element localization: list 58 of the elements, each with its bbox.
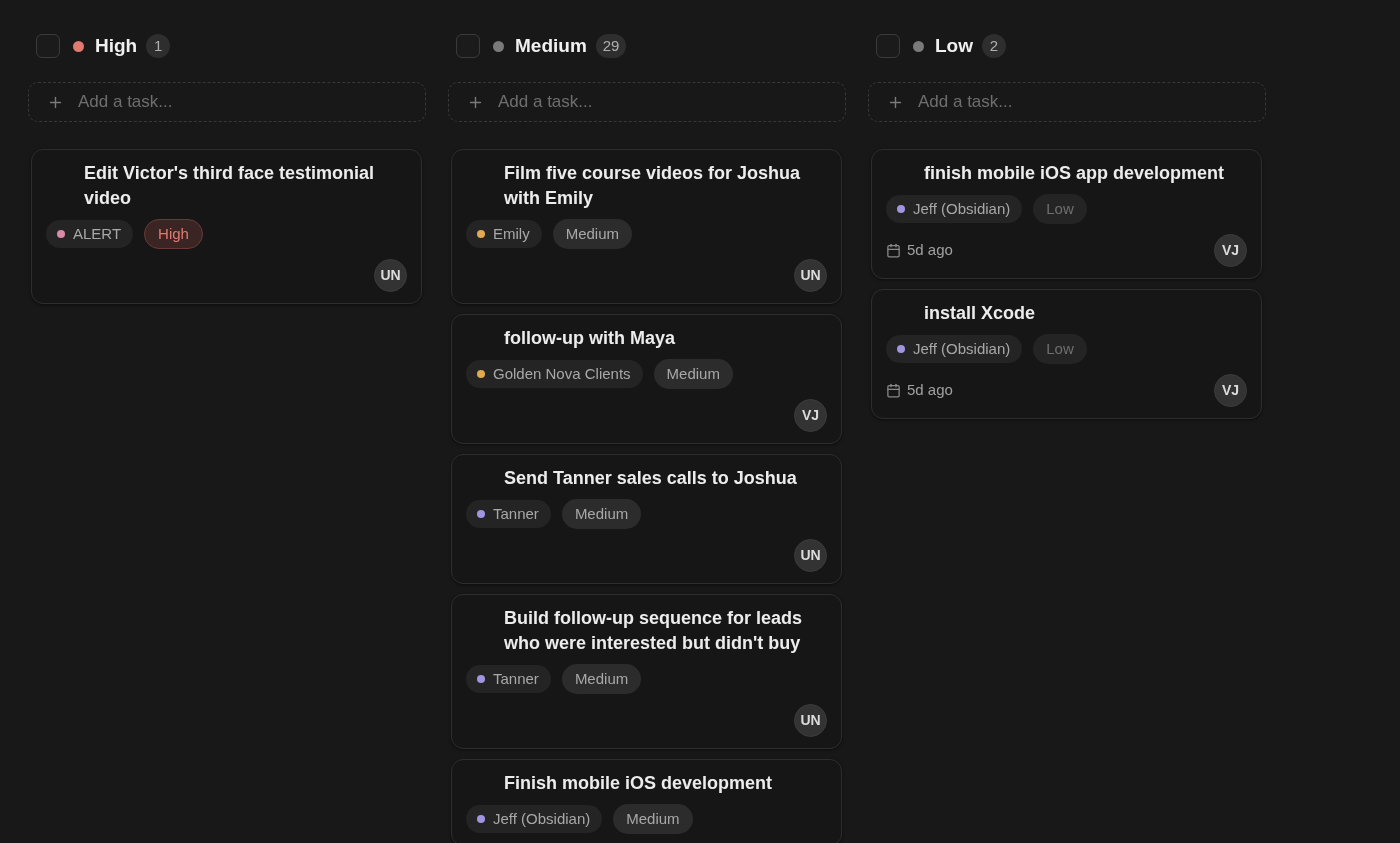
label-tag: Jeff (Obsidian)	[886, 335, 1023, 363]
task-title: Film five course videos for Joshua with Emily	[503, 162, 802, 210]
add-task-field[interactable]: Add a task...	[28, 82, 426, 122]
task-card[interactable]: Build follow-up sequence for leads who were interested but didn't buy Tanner Medium UN	[451, 594, 842, 749]
count-badge: 2	[982, 34, 1006, 58]
task-title: follow-up with Maya	[503, 327, 676, 350]
priority-tag: Low	[1033, 194, 1087, 224]
add-task-input[interactable]: Add a task...	[498, 89, 827, 115]
column-title: High	[95, 33, 138, 58]
avatar[interactable]: UN	[794, 539, 827, 572]
count-badge: 1	[146, 34, 171, 58]
column-checkbox[interactable]	[876, 34, 900, 58]
priority-tag: Medium	[552, 219, 633, 249]
task-card[interactable]: install Xcode Jeff (Obsidian) Low 5d ago VJ	[871, 289, 1262, 419]
priority-tag: Medium	[613, 804, 693, 834]
due-date: 5d ago	[907, 240, 953, 261]
label-tag: Jeff (Obsidian)	[886, 195, 1023, 223]
add-task-field[interactable]: Add a task...	[868, 82, 1266, 122]
column-checkbox[interactable]	[36, 34, 60, 58]
column-title: Low	[935, 33, 973, 58]
task-title: install Xcode	[923, 302, 1037, 325]
task-card[interactable]: finish mobile iOS app development Jeff (Obsidian) Low 5d ago VJ	[871, 149, 1262, 279]
task-title: Build follow-up sequence for leads who were interested but didn't buy	[503, 607, 804, 655]
add-task-field[interactable]: Add a task...	[448, 82, 846, 122]
label-tag: Tanner	[466, 665, 551, 693]
label-tag: Golden Nova Clients	[466, 360, 643, 388]
add-task-input[interactable]: Add a task...	[78, 89, 407, 115]
task-title: Finish mobile iOS development	[503, 772, 774, 795]
label-tag: Emily	[466, 220, 542, 248]
priority-tag: Medium	[561, 664, 642, 694]
task-card[interactable]: follow-up with Maya Golden Nova Clients Medium VJ	[451, 314, 842, 444]
priority-tag: Medium	[561, 499, 642, 529]
due-date: 5d ago	[907, 380, 953, 401]
task-title: Edit Victor's third face testimonial video	[83, 162, 375, 210]
calendar-icon	[886, 383, 901, 398]
label-tag: Jeff (Obsidian)	[466, 805, 603, 833]
column-title: Medium	[515, 33, 587, 58]
task-title: finish mobile iOS app development	[923, 162, 1226, 185]
priority-tag: Low	[1033, 334, 1087, 364]
label-tag: Tanner	[466, 500, 551, 528]
priority-tag: High	[144, 219, 203, 249]
task-card[interactable]: Send Tanner sales calls to Joshua Tanner Medium UN	[451, 454, 842, 584]
task-card[interactable]: Film five course videos for Joshua with Emily Emily Medium UN	[451, 149, 842, 304]
avatar[interactable]: UN	[794, 704, 827, 737]
task-card[interactable]: Edit Victor's third face testimonial video ALERT High UN	[31, 149, 422, 304]
add-task-input[interactable]: Add a task...	[918, 89, 1247, 115]
avatar[interactable]: VJ	[794, 399, 827, 432]
avatar[interactable]: UN	[374, 259, 407, 292]
count-badge: 29	[595, 34, 627, 58]
avatar[interactable]: UN	[794, 259, 827, 292]
priority-tag: Medium	[653, 359, 733, 389]
task-title: Send Tanner sales calls to Joshua	[503, 467, 798, 490]
column-checkbox[interactable]	[456, 34, 480, 58]
calendar-icon	[886, 243, 901, 258]
avatar[interactable]: VJ	[1214, 374, 1247, 407]
label-tag: ALERT	[46, 220, 134, 248]
task-card[interactable]: Finish mobile iOS development Jeff (Obsidian) Medium	[451, 759, 842, 843]
avatar[interactable]: VJ	[1214, 234, 1247, 267]
